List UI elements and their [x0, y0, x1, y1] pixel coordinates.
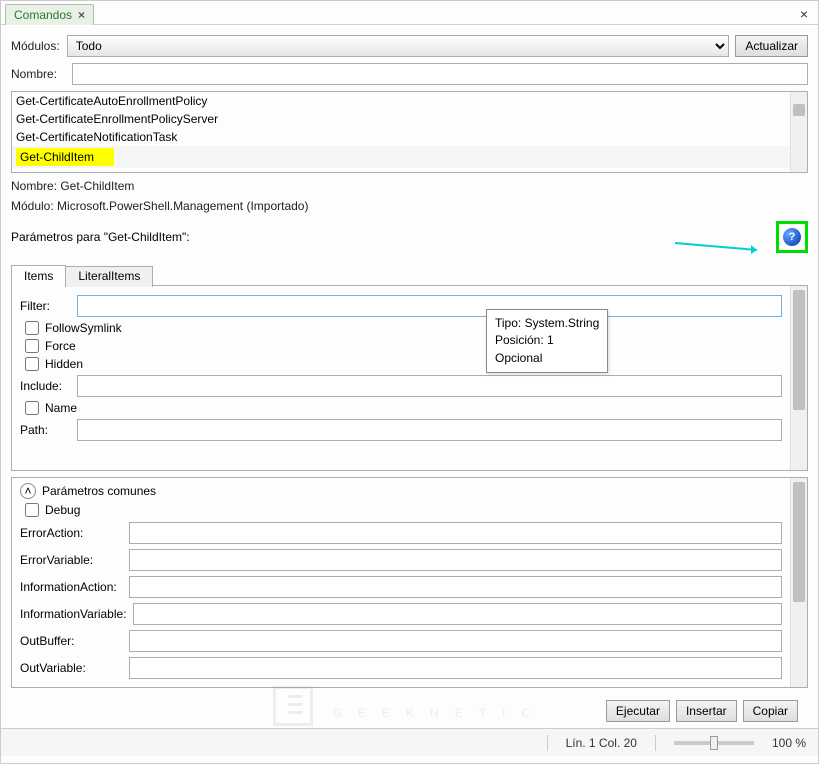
- name-label: Name: [45, 401, 77, 415]
- outvariable-input[interactable]: [129, 657, 782, 679]
- hidden-label: Hidden: [45, 357, 83, 371]
- tooltip-line: Posición: 1: [495, 332, 599, 349]
- erroraction-input[interactable]: [129, 522, 782, 544]
- debug-checkbox[interactable]: [25, 503, 39, 517]
- filter-input[interactable]: [77, 295, 782, 317]
- list-item[interactable]: Get-CertificateEnrollmentPolicyServer: [12, 110, 790, 128]
- collapse-button[interactable]: ˄: [20, 483, 36, 499]
- param-tabs: Items LiteralItems: [11, 264, 808, 286]
- help-button[interactable]: ?: [776, 221, 808, 253]
- insert-button[interactable]: Insertar: [676, 700, 737, 722]
- close-icon[interactable]: ×: [78, 8, 85, 22]
- zoom-level: 100 %: [772, 736, 806, 750]
- tab-bar: Comandos × ×: [1, 1, 818, 25]
- informationaction-label: InformationAction:: [20, 580, 123, 594]
- force-label: Force: [45, 339, 76, 353]
- nombre-label: Nombre:: [11, 67, 66, 81]
- refresh-button[interactable]: Actualizar: [735, 35, 808, 57]
- followsymlink-label: FollowSymlink: [45, 321, 122, 335]
- followsymlink-checkbox[interactable]: [25, 321, 39, 335]
- informationvariable-input[interactable]: [133, 603, 783, 625]
- run-button[interactable]: Ejecutar: [606, 700, 670, 722]
- errorvariable-input[interactable]: [129, 549, 782, 571]
- force-checkbox[interactable]: [25, 339, 39, 353]
- informationaction-input[interactable]: [129, 576, 782, 598]
- name-checkbox[interactable]: [25, 401, 39, 415]
- list-item[interactable]: Get-CimAssociatedInstance: [12, 168, 790, 172]
- scrollbar[interactable]: [790, 92, 807, 172]
- tab-comandos[interactable]: Comandos ×: [5, 4, 94, 25]
- nombre-input[interactable]: [72, 63, 808, 85]
- informationvariable-label: InformationVariable:: [20, 607, 127, 621]
- zoom-slider[interactable]: [674, 741, 754, 745]
- copy-button[interactable]: Copiar: [743, 700, 798, 722]
- chevron-up-icon: ˄: [24, 485, 31, 497]
- info-modulo: Módulo: Microsoft.PowerShell.Management …: [11, 199, 808, 213]
- outbuffer-label: OutBuffer:: [20, 634, 123, 648]
- path-label: Path:: [20, 423, 71, 437]
- params-for-label: Parámetros para "Get-ChildItem":: [11, 230, 190, 244]
- panel-close-icon[interactable]: ×: [800, 6, 808, 22]
- outbuffer-input[interactable]: [129, 630, 782, 652]
- tooltip-line: Opcional: [495, 350, 599, 367]
- list-item[interactable]: Get-ChildItem: [12, 146, 790, 168]
- erroraction-label: ErrorAction:: [20, 526, 123, 540]
- tab-items[interactable]: Items: [11, 265, 66, 286]
- command-list[interactable]: Get-CertificateAutoEnrollmentPolicy Get-…: [11, 91, 808, 173]
- help-icon: ?: [783, 228, 801, 246]
- debug-label: Debug: [45, 503, 80, 517]
- cursor-position: Lín. 1 Col. 20: [566, 736, 637, 750]
- modulos-label: Módulos:: [11, 39, 61, 53]
- filter-label: Filter:: [20, 299, 71, 313]
- tab-label: Comandos: [14, 8, 72, 22]
- list-item[interactable]: Get-CertificateNotificationTask: [12, 128, 790, 146]
- hidden-checkbox[interactable]: [25, 357, 39, 371]
- tooltip: Tipo: System.String Posición: 1 Opcional: [486, 309, 608, 373]
- include-input[interactable]: [77, 375, 782, 397]
- include-label: Include:: [20, 379, 71, 393]
- tab-literalitems[interactable]: LiteralItems: [65, 266, 153, 287]
- modulos-select[interactable]: Todo: [67, 35, 730, 57]
- list-item[interactable]: Get-CertificateAutoEnrollmentPolicy: [12, 92, 790, 110]
- status-bar: Lín. 1 Col. 20 100 %: [1, 728, 818, 756]
- outvariable-label: OutVariable:: [20, 661, 123, 675]
- tooltip-line: Tipo: System.String: [495, 315, 599, 332]
- errorvariable-label: ErrorVariable:: [20, 553, 123, 567]
- scrollbar[interactable]: [790, 478, 807, 687]
- common-params-header: Parámetros comunes: [42, 484, 156, 498]
- info-nombre: Nombre: Get-ChildItem: [11, 179, 808, 193]
- path-input[interactable]: [77, 419, 782, 441]
- scrollbar[interactable]: [790, 286, 807, 470]
